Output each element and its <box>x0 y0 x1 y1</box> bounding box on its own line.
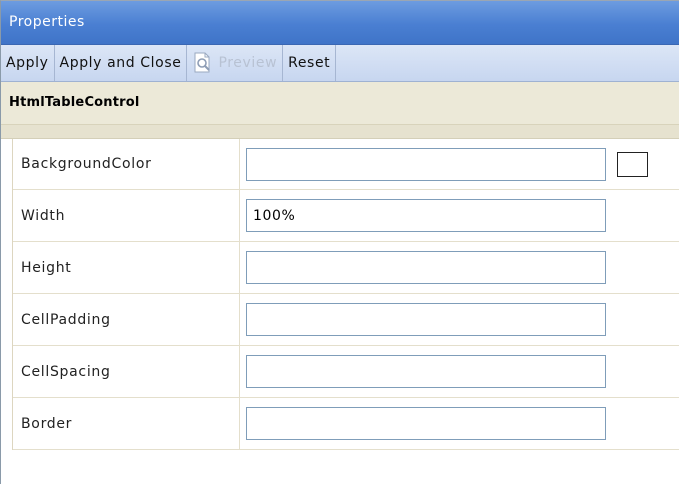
property-value-cell <box>240 294 679 345</box>
height-input[interactable] <box>246 251 606 284</box>
property-row-width: Width <box>13 190 679 242</box>
property-label: Height <box>13 242 240 293</box>
color-picker-swatch[interactable] <box>617 151 648 177</box>
property-row-border: Border <box>13 398 679 450</box>
page-magnifier-icon <box>192 52 214 74</box>
property-row-cellpadding: CellPadding <box>13 294 679 346</box>
property-label: CellPadding <box>13 294 240 345</box>
section-divider <box>1 125 679 139</box>
control-name-heading: HtmlTableControl <box>1 82 679 125</box>
property-row-cellspacing: CellSpacing <box>13 346 679 398</box>
reset-button[interactable]: Reset <box>283 45 337 81</box>
property-value-cell <box>240 398 679 449</box>
preview-label: Preview <box>218 55 278 71</box>
property-label: Width <box>13 190 240 241</box>
property-value-cell <box>240 190 679 241</box>
backgroundcolor-input[interactable] <box>246 147 606 181</box>
property-row-height: Height <box>13 242 679 294</box>
property-label: Border <box>13 398 240 449</box>
apply-and-close-button[interactable]: Apply and Close <box>55 45 188 81</box>
property-label: CellSpacing <box>13 346 240 397</box>
property-value-cell <box>240 242 679 293</box>
toolbar: Apply Apply and Close Preview Reset <box>1 45 679 82</box>
preview-button[interactable]: Preview <box>187 45 284 81</box>
property-grid: BackgroundColor Width Height CellPadding <box>12 139 679 450</box>
cellpadding-input[interactable] <box>246 303 606 336</box>
property-label: BackgroundColor <box>13 139 240 189</box>
panel-title: Properties <box>1 1 679 45</box>
properties-panel: Properties Apply Apply and Close Preview… <box>0 0 679 484</box>
property-value-cell <box>240 346 679 397</box>
property-row-backgroundcolor: BackgroundColor <box>13 139 679 190</box>
property-value-cell <box>240 139 679 189</box>
apply-button[interactable]: Apply <box>1 45 55 81</box>
width-input[interactable] <box>246 199 606 232</box>
cellspacing-input[interactable] <box>246 355 606 388</box>
border-input[interactable] <box>246 407 606 440</box>
